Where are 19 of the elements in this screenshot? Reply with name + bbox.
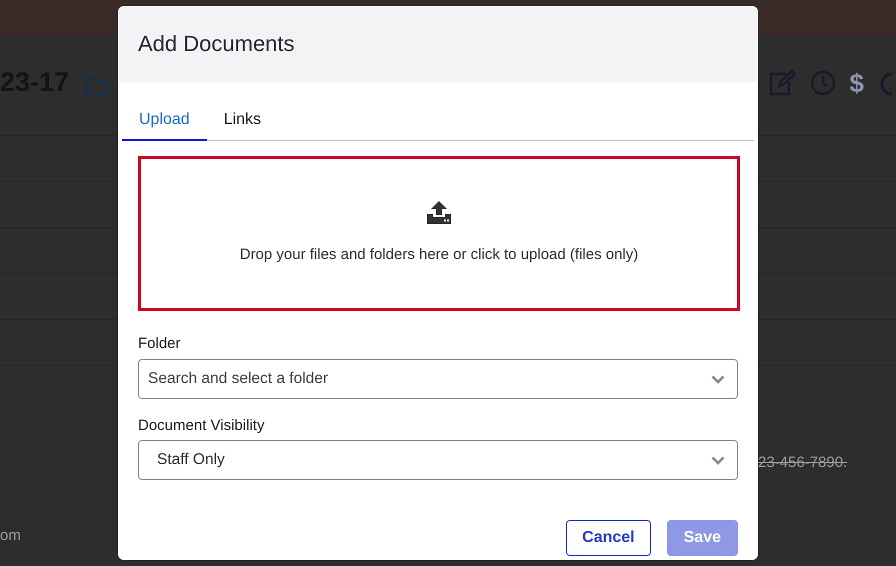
folder-select[interactable]: Search and select a folder — [138, 358, 738, 398]
upload-dropzone[interactable]: Drop your files and folders here or click to upload (files only) — [138, 156, 740, 311]
clock-icon — [810, 70, 836, 96]
modal-title: Add Documents — [138, 30, 295, 58]
field-label: Document Visibility — [138, 416, 266, 436]
chevron-down-icon — [711, 374, 725, 384]
field-label: Folder — [138, 334, 182, 354]
folder-icon — [85, 74, 110, 96]
phone-text: 23-456-7890. — [758, 453, 848, 473]
edit-icon — [768, 70, 796, 96]
email-text: om — [0, 526, 21, 546]
dropzone-text: Drop your files and folders here or click to upload (files only) — [240, 245, 638, 266]
visibility-select[interactable]: Staff Only — [138, 440, 738, 480]
upload-icon — [426, 200, 452, 224]
cancel-button[interactable]: Cancel — [566, 520, 651, 556]
dollar-glyph: $ — [850, 70, 864, 96]
tab[interactable]: Links — [206, 102, 278, 141]
tab[interactable]: Upload — [122, 102, 207, 141]
chevron-down-icon — [711, 456, 725, 465]
